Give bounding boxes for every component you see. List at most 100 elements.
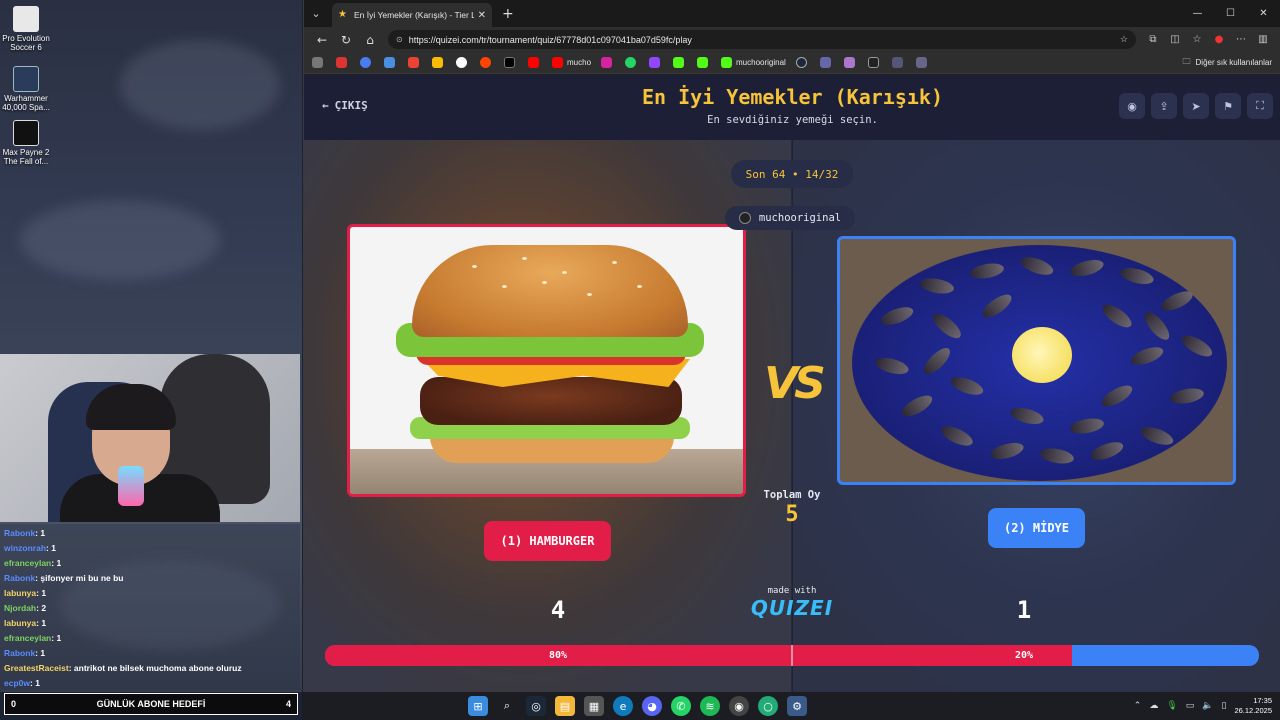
edge-icon[interactable]: e (613, 696, 633, 716)
new-tab-plus-icon[interactable]: + (502, 6, 514, 22)
tray-chevron-icon[interactable]: ⌃ (1134, 701, 1142, 711)
minimize-icon[interactable]: — (1181, 0, 1214, 27)
fullscreen-icon[interactable]: ⛶ (1247, 93, 1273, 119)
bookmark-red-icon[interactable] (336, 56, 350, 70)
webcam-feed (0, 354, 300, 522)
flag-icon[interactable]: ⚑ (1215, 93, 1241, 119)
maximize-icon[interactable]: ☐ (1214, 0, 1247, 27)
chat-username[interactable]: Rabonk (4, 528, 35, 538)
sidebar-icon[interactable]: ▥ (1252, 34, 1274, 45)
share-icon[interactable]: ⇪ (1151, 93, 1177, 119)
steam-icon[interactable]: ◎ (526, 696, 546, 716)
home-icon[interactable]: ⌂ (358, 33, 382, 47)
goal-label: GÜNLÜK ABONE HEDEFİ (96, 699, 206, 709)
address-bar-row: ← ↻ ⌂ ⊙ https://quizei.com/tr/tournament… (304, 27, 1280, 52)
bookmark-shield2-icon[interactable] (915, 56, 930, 70)
bookmark-gamepad-icon[interactable] (312, 56, 326, 70)
bookmark-kick-muchooriginal[interactable]: muchooriginal (721, 56, 786, 70)
bookmark-steam-icon[interactable] (795, 56, 810, 70)
microphone-icon[interactable]: 🎙 (1166, 701, 1177, 711)
bookmark-gmail-icon[interactable] (408, 56, 422, 70)
back-arrow-icon[interactable]: ← (310, 33, 334, 47)
send-icon[interactable]: ➤ (1183, 93, 1209, 119)
obs-icon[interactable]: ◉ (729, 696, 749, 716)
bookmark-youtube-icon[interactable] (528, 56, 542, 70)
more-menu-icon[interactable]: ⋯ (1230, 34, 1252, 45)
bookmark-instagram-icon[interactable] (601, 56, 615, 70)
vote-count-hamburger: 4 (550, 596, 566, 624)
bookmark-kick-alt-icon[interactable] (673, 56, 687, 70)
choose-hamburger-button[interactable]: (1) HAMBURGER (484, 521, 611, 561)
bookmark-youtube-mucho[interactable]: mucho (552, 56, 591, 70)
other-bookmarks[interactable]: 🗀 Diğer sık kullanılanlar (1183, 56, 1272, 70)
bookmark-google-icon[interactable] (456, 56, 470, 70)
tray-cloud-icon[interactable]: ☁ (1149, 701, 1158, 711)
bookmark-label: mucho (567, 58, 592, 67)
chat-username[interactable]: labunya (4, 618, 36, 628)
chat-message: GreatestRaceist: antrikot ne bilsek much… (4, 661, 296, 676)
bookmark-chrome-icon[interactable] (360, 56, 374, 70)
discord-icon[interactable]: ◕ (642, 696, 662, 716)
chat-username[interactable]: winzonrah (4, 543, 46, 553)
store-icon[interactable]: ▦ (584, 696, 604, 716)
chat-text: : antrikot ne bilsek muchoma abone oluru… (68, 663, 242, 673)
choose-midye-button[interactable]: (2) MİDYE (988, 508, 1085, 548)
bookmark-docs-icon[interactable] (384, 56, 398, 70)
clock[interactable]: 17:35 26.12.2025 (1234, 696, 1272, 716)
bookmark-shield-icon[interactable] (891, 56, 906, 70)
tab-actions-chevron-icon[interactable]: ⌄ (304, 3, 328, 25)
bookmark-tm-icon[interactable] (867, 56, 882, 70)
split-screen-icon[interactable]: ◫ (1164, 34, 1186, 45)
desktop-background: Pro Evolution Soccer 6 Warhammer 40,000 … (0, 0, 302, 692)
chat-username[interactable]: efranceylan (4, 633, 51, 643)
desktop-shortcut-pes6[interactable]: Pro Evolution Soccer 6 (0, 6, 52, 52)
chat-username[interactable]: efranceylan (4, 558, 51, 568)
settings-gear-icon[interactable]: ⚙ (787, 696, 807, 716)
desktop-shortcut-maxpayne[interactable]: Max Payne 2 The Fall of... (0, 120, 52, 166)
chat-username[interactable]: Rabonk (4, 573, 35, 583)
quizei-logo[interactable]: QUIZEI (742, 596, 842, 620)
bookmark-feather-icon[interactable] (843, 56, 858, 70)
eye-icon[interactable]: ◉ (1119, 93, 1145, 119)
chat-username[interactable]: ecp0w (4, 678, 30, 688)
app-icon[interactable]: ○ (758, 696, 778, 716)
start-windows-icon[interactable]: ⊞ (468, 696, 488, 716)
bookmark-twitch-icon[interactable] (649, 56, 663, 70)
chat-username[interactable]: labunya (4, 588, 36, 598)
network-icon[interactable]: ▭ (1186, 701, 1195, 711)
profile-avatar-icon[interactable]: ● (1208, 34, 1230, 45)
url-text: https://quizei.com/tr/tournament/quiz/67… (408, 34, 692, 45)
chat-username[interactable]: GreatestRaceist (4, 663, 69, 673)
favorite-star-icon[interactable]: ☆ (1120, 34, 1128, 45)
bookmark-misc-icon[interactable] (819, 56, 834, 70)
bookmark-whatsapp-icon[interactable] (625, 56, 639, 70)
pes6-icon (13, 6, 39, 32)
tab-close-icon[interactable]: ✕ (478, 10, 486, 21)
creator-badge[interactable]: muchooriginal (725, 206, 855, 230)
site-info-icon[interactable]: ⊙ (396, 35, 403, 44)
chat-text: : 1 (36, 588, 47, 598)
bookmark-drive-icon[interactable] (432, 56, 446, 70)
bookmark-x-icon[interactable] (504, 56, 518, 70)
volume-icon[interactable]: 🔈 (1202, 701, 1213, 711)
whatsapp-icon[interactable]: ✆ (671, 696, 691, 716)
choice-card-hamburger[interactable] (347, 224, 746, 497)
close-window-icon[interactable]: ✕ (1247, 0, 1280, 27)
chat-username[interactable]: Rabonk (4, 648, 35, 658)
extensions-icon[interactable]: ⧉ (1142, 34, 1164, 45)
battery-icon[interactable]: ▯ (1222, 701, 1227, 711)
favorites-icon[interactable]: ☆ (1186, 34, 1208, 45)
refresh-icon[interactable]: ↻ (334, 33, 358, 47)
sesame-seed (587, 293, 592, 296)
bookmark-reddit-icon[interactable] (480, 56, 494, 70)
chat-username[interactable]: Njordah (4, 603, 36, 613)
tab-active[interactable]: ★ En İyi Yemekler (Karışık) - Tier List.… (332, 3, 492, 27)
file-explorer-icon[interactable]: ▤ (555, 696, 575, 716)
url-field[interactable]: ⊙ https://quizei.com/tr/tournament/quiz/… (388, 30, 1136, 49)
spotify-icon[interactable]: ≋ (700, 696, 720, 716)
choice-card-midye[interactable] (837, 236, 1236, 485)
search-icon[interactable]: ⌕ (497, 696, 517, 716)
bookmark-kick-icon[interactable] (697, 56, 711, 70)
desktop-shortcut-warhammer[interactable]: Warhammer 40,000 Spa... (0, 66, 52, 112)
taskbar-apps: ⊞ ⌕ ◎ ▤ ▦ e ◕ ✆ ≋ ◉ ○ ⚙ (468, 692, 807, 720)
